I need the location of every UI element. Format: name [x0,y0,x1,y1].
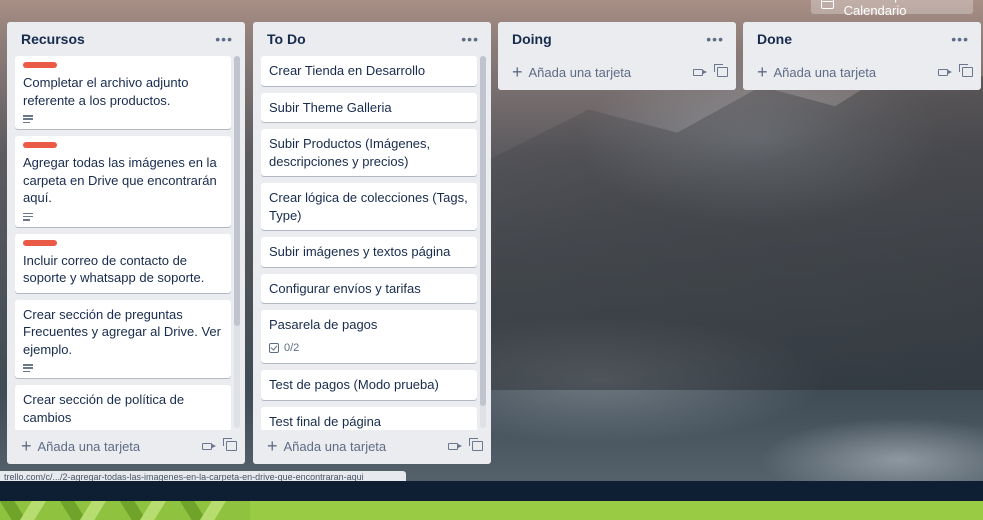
card-title: Crear lógica de colecciones (Tags, Type) [269,190,468,223]
card[interactable]: Subir Productos (Imágenes, descripciones… [261,129,477,176]
list-done: Done ••• + Añada una tarjeta [743,22,981,90]
list-header: To Do ••• [253,22,491,56]
list-title[interactable]: Done [757,31,792,47]
list-header: Recursos ••• [7,22,245,56]
card-template-icon[interactable] [469,438,483,451]
card-title: Subir Productos (Imágenes, descripciones… [269,136,431,169]
add-card-row: + Añada una tarjeta [253,430,491,462]
list-recursos: Recursos ••• Completar el archivo adjunt… [7,22,245,464]
plus-icon[interactable]: + [21,437,32,455]
card-template-icon[interactable] [223,438,237,451]
card[interactable]: Crear sección de política de cambios [15,385,231,430]
plus-icon[interactable]: + [757,63,768,81]
video-icon[interactable] [448,442,462,450]
video-icon[interactable] [938,68,952,76]
add-card-row: + Añada una tarjeta [498,56,736,88]
card-title: Crear Tienda en Desarrollo [269,63,426,78]
add-card-button[interactable]: Añada una tarjeta [529,65,693,80]
card[interactable]: Completar el archivo adjunto referente a… [15,56,231,129]
card-title: Incluir correo de contacto de soporte y … [23,252,205,286]
card[interactable]: Subir Theme Galleria [261,92,477,122]
list-menu-icon[interactable]: ••• [215,32,233,46]
scrollbar[interactable] [480,56,486,428]
card-title: Completar el archivo adjunto referente a… [23,75,189,108]
card-title: Agregar todas las imágenes en la carpeta… [23,155,217,205]
list-title[interactable]: Recursos [21,31,85,47]
card-label-red [23,62,57,68]
card-list: Completar el archivo adjunto referente a… [7,56,245,430]
list-todo: To Do ••• Crear Tienda en Desarrollo Sub… [253,22,491,464]
list-menu-icon[interactable]: ••• [951,32,969,46]
scrollbar-thumb[interactable] [480,56,486,406]
card[interactable]: Pasarela de pagos 0/2 [261,310,477,363]
video-footer-bar [0,481,983,501]
calendar-icon [821,0,834,9]
video-icon[interactable] [202,442,216,450]
card-title: Crear sección de preguntas Frecuentes y … [23,306,221,357]
list-menu-icon[interactable]: ••• [706,32,724,46]
card-template-icon[interactable] [959,64,973,77]
card[interactable]: Test de pagos (Modo prueba) [261,370,477,400]
list-doing: Doing ••• + Añada una tarjeta [498,22,736,90]
card-title: Test de pagos (Modo prueba) [269,377,439,392]
checklist-count: 0/2 [284,341,300,354]
card-title: Pasarela de pagos [269,317,378,332]
card[interactable]: Incluir correo de contacto de soporte y … [15,233,231,293]
card-title: Crear sección de política de cambios [23,392,185,425]
add-card-row: + Añada una tarjeta [7,430,245,462]
scrollbar-thumb[interactable] [234,56,240,326]
scrollbar[interactable] [234,56,240,428]
description-icon [23,364,33,372]
card-label-red [23,239,57,246]
add-card-row: + Añada una tarjeta [743,56,981,88]
background-mountain [490,60,983,390]
description-icon [23,212,33,221]
add-card-button[interactable]: Añada una tarjeta [38,439,202,454]
powerup-calendar-button[interactable]: Power-Up Calendario [811,0,973,18]
card-title: Subir imágenes y textos página [269,244,451,259]
list-menu-icon[interactable]: ••• [461,32,479,46]
card-template-icon[interactable] [714,64,728,77]
add-card-button[interactable]: Añada una tarjeta [774,65,938,80]
card-label-red [23,142,57,148]
card-title: Configurar envíos y tarifas [269,280,421,296]
checklist-icon [269,343,279,354]
list-header: Done ••• [743,22,981,56]
add-card-button[interactable]: Añada una tarjeta [284,439,448,454]
list-header: Doing ••• [498,22,736,56]
video-icon[interactable] [693,68,707,76]
card-title: Test final de página [269,413,382,429]
card[interactable]: Test final de página [261,406,477,430]
plus-icon[interactable]: + [512,63,523,81]
powerup-label: Power-Up Calendario [843,0,907,18]
plus-icon[interactable]: + [267,437,278,455]
card[interactable]: Crear lógica de colecciones (Tags, Type) [261,183,477,230]
card-list: Crear Tienda en Desarrollo Subir Theme G… [253,56,491,430]
checklist-badge: 0/2 [269,340,469,358]
list-title[interactable]: To Do [267,31,306,47]
card[interactable]: Configurar envíos y tarifas [261,273,477,303]
card[interactable]: Agregar todas las imágenes en la carpeta… [15,136,231,227]
list-title[interactable]: Doing [512,31,552,47]
brand-footer-strip [0,501,983,520]
card[interactable]: Crear sección de preguntas Frecuentes y … [15,299,231,378]
card-title: Subir Theme Galleria [269,99,392,115]
card[interactable]: Crear Tienda en Desarrollo [261,56,477,86]
description-icon [23,115,33,123]
card[interactable]: Subir imágenes y textos página [261,237,477,267]
